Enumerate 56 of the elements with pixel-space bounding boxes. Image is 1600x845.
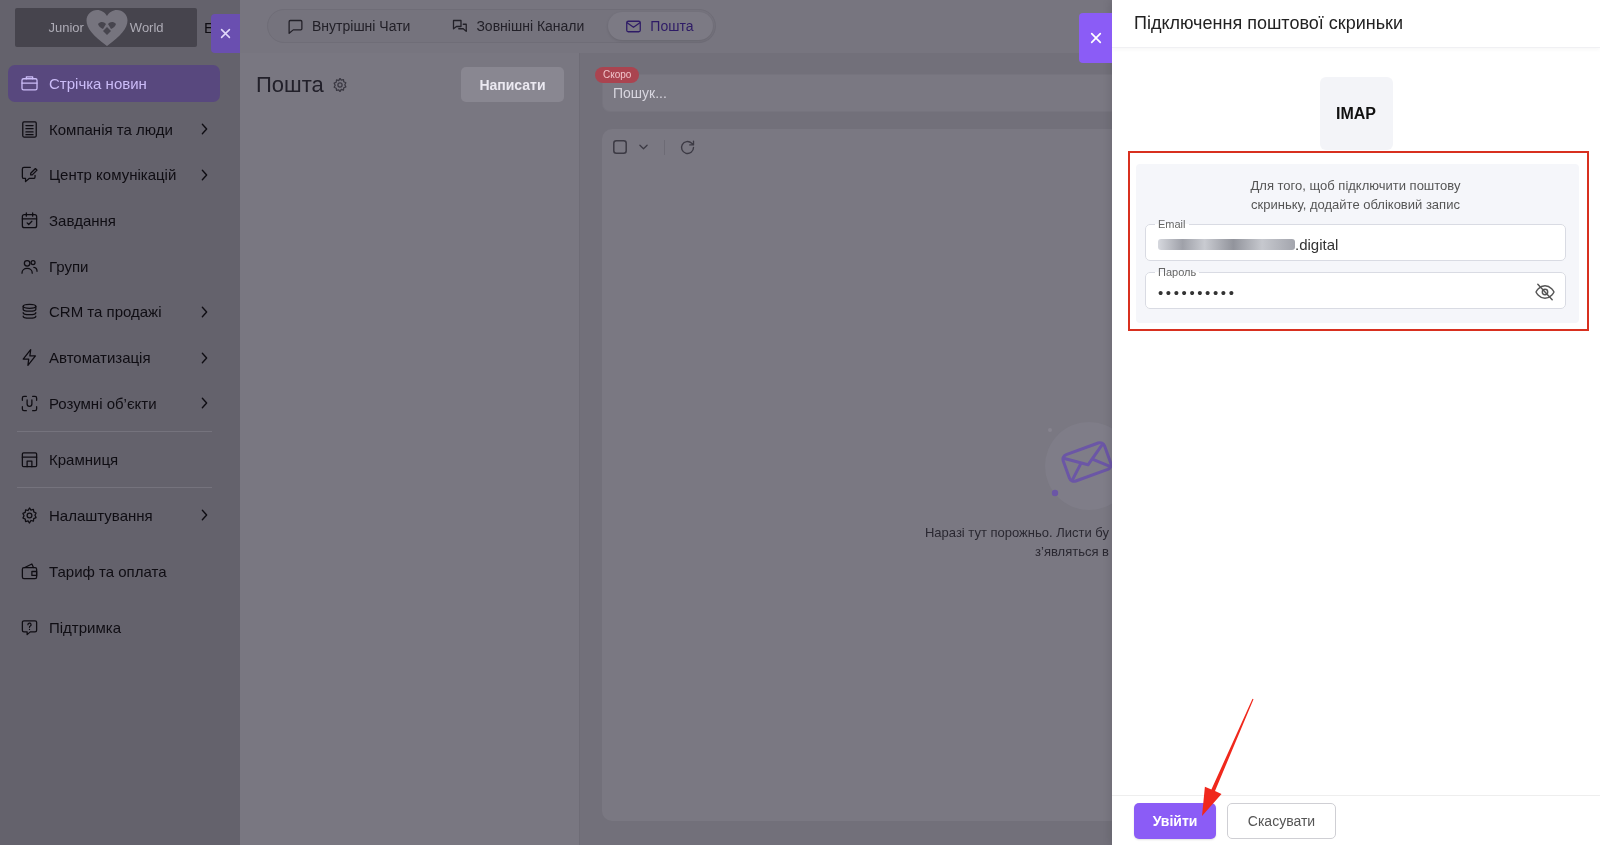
cancel-button[interactable]: Скасувати	[1227, 803, 1336, 839]
empty-state-text: Наразі тут порожньо. Листи бу	[924, 524, 1109, 542]
gear-icon	[20, 505, 39, 525]
store-icon	[20, 449, 39, 469]
sidebar-item[interactable]: Групи	[8, 247, 220, 285]
protocol-tile[interactable]: IMAP	[1319, 77, 1393, 150]
close-button[interactable]	[1079, 13, 1112, 63]
sidebar-item[interactable]: Центр комунікацій	[8, 156, 220, 194]
refresh-icon[interactable]	[680, 139, 695, 155]
instruction-text: Для того, щоб підключити поштову скриньку, додайте обліковий запис	[1249, 177, 1462, 214]
logo-text: World	[129, 20, 164, 35]
sidebar-item[interactable]: Підтримка	[8, 608, 220, 646]
scan-icon	[20, 393, 39, 413]
sidebar-item[interactable]: CRM та продажі	[8, 293, 220, 331]
email-field[interactable]: Email .digital	[1145, 218, 1566, 261]
sidebar-item[interactable]: Компанія та люди	[8, 110, 220, 148]
tab[interactable]: Внутрішні Чати	[270, 12, 431, 40]
sidebar-item[interactable]: Стрічка новин	[8, 65, 220, 102]
login-button[interactable]: Увійти	[1134, 803, 1216, 839]
close-button[interactable]	[211, 14, 240, 53]
settings-icon[interactable]	[332, 77, 347, 92]
soon-badge: Скоро	[595, 67, 640, 83]
eye-slash-icon[interactable]	[1535, 283, 1555, 301]
tab[interactable]: Пошта	[608, 12, 714, 40]
chat-edit-icon	[20, 165, 39, 185]
password-value: ••••••••••	[1158, 283, 1237, 301]
chats-icon	[452, 18, 468, 34]
sidebar-item[interactable]: Розумні об’єкти	[8, 384, 220, 422]
page-title: Пошта	[256, 71, 324, 98]
password-field[interactable]: Пароль ••••••••••	[1145, 266, 1566, 309]
sidebar-item[interactable]: Крамниця	[8, 440, 220, 478]
close-icon	[220, 28, 231, 39]
chat-icon	[288, 18, 303, 34]
wallet-icon	[20, 561, 39, 581]
calendar-icon	[20, 211, 39, 231]
field-label: Email	[1157, 218, 1187, 231]
lightning-icon	[20, 348, 39, 368]
empty-state-text: з’являться в	[1035, 543, 1109, 561]
close-icon	[1089, 32, 1102, 44]
field-value: .digital	[1295, 235, 1339, 253]
sidebar-item[interactable]: Автоматизація	[8, 339, 220, 377]
compose-button[interactable]: Написати	[461, 67, 564, 102]
sidebar-item[interactable]: Завдання	[8, 202, 220, 240]
coins-icon	[20, 302, 39, 322]
sidebar-item[interactable]: Тариф та оплата	[8, 552, 220, 590]
briefcase-icon	[20, 74, 39, 93]
drawer-title: Підключення поштової скриньки	[1134, 13, 1403, 34]
help-chat-icon	[20, 617, 39, 637]
building-icon	[20, 119, 39, 139]
checkbox[interactable]	[613, 140, 627, 154]
envelope-icon	[626, 18, 642, 34]
chevron-down-icon[interactable]	[639, 144, 648, 150]
logo-text: Junior	[48, 20, 84, 35]
sidebar-item[interactable]: Налаштування	[8, 496, 220, 534]
field-label: Пароль	[1157, 266, 1198, 279]
tab[interactable]: Зовнішні Канали	[434, 12, 605, 40]
